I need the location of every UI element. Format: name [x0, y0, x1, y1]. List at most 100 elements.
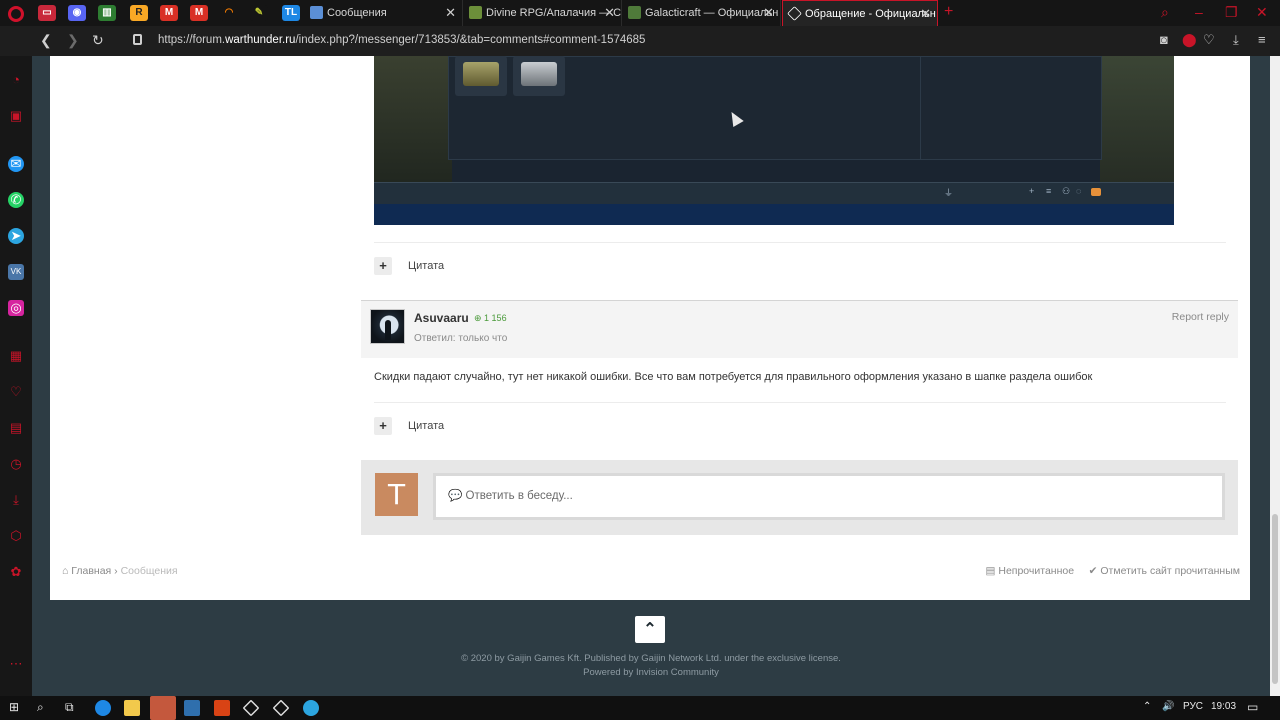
address-bar: ❮ ❯ ↻ https://forum.warthunder.ru/index.… — [0, 26, 1280, 56]
reply-input[interactable]: 💬 Ответить в беседу... — [433, 473, 1225, 520]
reputation-badge: ⊕ 1 156 — [474, 313, 507, 323]
heart-icon[interactable]: ♡ — [1203, 32, 1215, 48]
speed-dial-icon[interactable]: ◔ — [8, 72, 24, 88]
back-icon[interactable]: ❮ — [40, 32, 52, 49]
pinned-discord-icon[interactable]: ◉ — [68, 5, 86, 21]
author-name[interactable]: Asuvaaru — [414, 311, 469, 325]
footer-actions: ▤ Непрочитанное ✔ Отметить сайт прочитан… — [986, 565, 1240, 577]
unread-link[interactable]: Непрочитанное — [998, 565, 1074, 577]
tab-galacticraft[interactable]: Galacticraft — Официальн ✕ — [623, 0, 781, 26]
pinned-r-icon[interactable]: R — [130, 5, 148, 21]
list-icon: ≡ — [1046, 186, 1052, 196]
close-icon[interactable]: ✕ — [445, 0, 456, 26]
workspaces-icon[interactable]: ▦ — [8, 348, 24, 364]
browser-tab-bar: ▭ ◉ ▥ R M M ◠ ✎ TL Сообщения ✕ Divine RP… — [0, 0, 1280, 26]
twitch-icon[interactable]: ▣ — [8, 108, 24, 124]
browser-sidebar: ◔ ▣ ✉ ✆ ➤ VK ◎ ▦ ♡ ▤ ◷ ⤓ ⬡ ✿ ⋯ — [0, 56, 32, 696]
app-icon[interactable] — [184, 700, 200, 716]
menu-icon[interactable]: ≡ — [1258, 32, 1266, 47]
close-icon[interactable]: ✕ — [920, 1, 931, 26]
telegram-taskbar-icon[interactable] — [303, 700, 319, 716]
url-path: /index.php?/messenger/713853/&tab=commen… — [295, 34, 646, 46]
reply-timestamp: Ответил: только что — [414, 333, 508, 344]
bookmarks-heart-icon[interactable]: ♡ — [8, 384, 24, 400]
tab-label: Обращение - Официальн — [805, 8, 936, 20]
powered-by-link[interactable]: Powered by Invision Community — [32, 667, 1270, 678]
divider — [374, 242, 1226, 243]
game-background-right — [1100, 56, 1174, 186]
multiquote-button[interactable]: + — [374, 417, 392, 435]
edge-icon[interactable] — [95, 700, 111, 716]
mark-site-read-link[interactable]: Отметить сайт прочитанным — [1100, 565, 1240, 577]
windows-start-icon[interactable]: ⊞ — [9, 700, 19, 714]
search-icon[interactable]: ⌕ — [37, 700, 44, 715]
warthunder-game-icon[interactable] — [272, 699, 290, 717]
crate-item-icon — [513, 56, 565, 96]
speaker-icon[interactable]: 🔊 — [1162, 701, 1174, 712]
chevron-up-icon[interactable]: ⌃ — [1143, 701, 1151, 712]
pinned-tab-icon[interactable]: ▭ — [38, 5, 56, 21]
tab-label: Galacticraft — Официальн — [645, 7, 779, 19]
task-view-icon[interactable]: ⧉ — [65, 700, 74, 715]
camera-icon[interactable]: ◙ — [1160, 32, 1168, 47]
downloads-icon[interactable]: ⤓ — [8, 492, 24, 508]
settings-gear-icon[interactable]: ✿ — [8, 564, 24, 580]
app-icon[interactable] — [214, 700, 230, 716]
check-icon: ✔ — [1088, 565, 1098, 577]
home-icon: ⌂ — [62, 565, 69, 577]
telegram-icon[interactable]: ➤ — [8, 228, 24, 244]
quote-link[interactable]: Цитата — [408, 420, 444, 432]
pinned-gmail-2-icon[interactable]: M — [190, 5, 208, 21]
minimize-icon[interactable]: – — [1195, 4, 1203, 20]
more-dots-icon[interactable]: ⋯ — [8, 656, 24, 672]
scroll-to-top-button[interactable]: ⌃ — [635, 616, 665, 643]
tab-messages[interactable]: Сообщения ✕ — [305, 0, 463, 26]
pinned-leaf-icon[interactable]: ✎ — [250, 5, 268, 21]
url-prefix: https://forum. — [158, 34, 226, 46]
extensions-icon[interactable]: ⬡ — [8, 528, 24, 544]
whatsapp-icon[interactable]: ✆ — [8, 192, 24, 208]
scrollbar[interactable] — [1270, 56, 1280, 696]
search-tabs-icon[interactable]: ⌕ — [1161, 4, 1169, 21]
messenger-icon[interactable]: ✉ — [8, 156, 24, 172]
mic-icon: ⏚ — [944, 188, 954, 198]
file-explorer-icon[interactable] — [124, 700, 140, 716]
notifications-icon[interactable]: ▭ — [1247, 700, 1258, 714]
pinned-rss-icon[interactable]: ◠ — [220, 5, 238, 21]
opera-logo-icon[interactable] — [8, 6, 24, 22]
url-field[interactable]: https://forum.warthunder.ru/index.php?/m… — [158, 34, 645, 46]
news-icon[interactable]: ▤ — [8, 420, 24, 436]
opera-taskbar-icon[interactable] — [150, 696, 176, 720]
breadcrumb: ⌂ Главная › Сообщения — [62, 565, 178, 577]
vk-icon[interactable]: VK — [8, 264, 24, 280]
history-icon[interactable]: ◷ — [8, 456, 24, 472]
tab-divine-rpg[interactable]: Divine RPG/Апалачия — С ✕ — [464, 0, 622, 26]
report-reply-link[interactable]: Report reply — [1172, 311, 1229, 323]
new-tab-icon[interactable]: + — [944, 3, 953, 21]
close-icon[interactable]: ✕ — [763, 0, 774, 26]
avatar[interactable] — [370, 309, 405, 344]
close-window-icon[interactable]: ✕ — [1256, 4, 1268, 21]
tab-active-appeal[interactable]: Обращение - Официальн ✕ — [782, 0, 938, 26]
attached-screenshot-image[interactable]: ⏚ + ≡ ⚇ ◌ — [374, 56, 1174, 225]
lock-icon — [133, 34, 142, 45]
multiquote-button[interactable]: + — [374, 257, 392, 275]
close-icon[interactable]: ✕ — [604, 0, 615, 26]
scrollbar-thumb[interactable] — [1272, 514, 1278, 684]
adblock-icon[interactable]: ⬤ — [1182, 32, 1197, 48]
pinned-book-icon[interactable]: ▥ — [98, 5, 116, 21]
squad-icon: ⚇ — [1062, 186, 1071, 196]
breadcrumb-home-link[interactable]: Главная — [71, 565, 111, 577]
pinned-tl-icon[interactable]: TL — [282, 5, 300, 21]
maximize-icon[interactable]: ❐ — [1225, 4, 1238, 21]
instagram-icon[interactable]: ◎ — [8, 300, 24, 316]
forward-icon[interactable]: ❯ — [67, 32, 79, 49]
warthunder-launcher-icon[interactable] — [242, 699, 260, 717]
pinned-gmail-icon[interactable]: M — [160, 5, 178, 21]
quote-link[interactable]: Цитата — [408, 260, 444, 272]
reload-icon[interactable]: ↻ — [92, 32, 104, 49]
language-indicator[interactable]: РУС — [1183, 701, 1203, 712]
minecraft-block-icon — [469, 6, 482, 19]
download-icon[interactable]: ⤓ — [1233, 32, 1239, 48]
clock[interactable]: 19:03 — [1211, 701, 1236, 712]
